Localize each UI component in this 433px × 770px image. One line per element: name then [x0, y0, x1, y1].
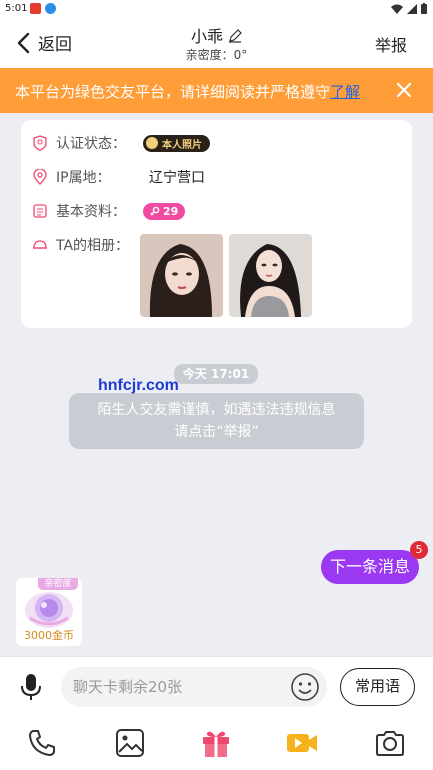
status-time: 5:01: [5, 3, 28, 14]
notice-message: 本平台为绿色交友平台，请详细阅读并严格遵守: [15, 83, 331, 101]
system-message: 陌生人交友需谨慎，如遇违法违规信息 请点击“举报”: [69, 393, 364, 449]
system-message-line-1: 陌生人交友需谨慎，如遇违法违规信息: [97, 402, 336, 418]
album-photo-2[interactable]: [229, 234, 312, 317]
age-badge: 29: [143, 202, 186, 220]
ip-row: IP属地： 辽宁营口: [32, 167, 205, 187]
intimacy-level: 亲密度：0°: [185, 48, 248, 62]
album-icon: [33, 240, 47, 249]
age-value: 29: [163, 204, 179, 218]
intimacy-tag: 亲密度: [38, 578, 78, 590]
intimacy-gift-widget[interactable]: 亲密度 3000金币: [16, 578, 82, 646]
signal-icon: [407, 3, 417, 14]
chat-title[interactable]: 小乖: [0, 23, 433, 47]
edit-icon: [229, 29, 242, 43]
notice-banner: 本平台为绿色交友平台，请详细阅读并严格遵守了解: [0, 68, 433, 113]
album-label: TA的相册：: [56, 238, 130, 254]
ip-label: IP属地：: [56, 170, 111, 186]
watermark: hnfcjr.com: [98, 377, 179, 394]
message-input[interactable]: [61, 667, 327, 707]
image-icon[interactable]: [114, 727, 146, 759]
verify-row: 认证状态： 本人照片: [32, 133, 210, 153]
action-toolbar: [0, 718, 433, 770]
ip-value: 辽宁营口: [149, 170, 205, 186]
phone-icon[interactable]: [26, 727, 58, 759]
album-row: TA的相册：: [32, 235, 143, 255]
camera-icon[interactable]: [374, 727, 406, 759]
coin-amount: 3000金币: [24, 629, 74, 642]
female-icon: [150, 206, 160, 216]
verify-badge: 本人照片: [143, 134, 210, 152]
status-icons: [391, 3, 427, 14]
gift-icon[interactable]: [200, 727, 232, 759]
status-bar: 5:01: [0, 0, 433, 18]
wifi-icon: [391, 4, 403, 14]
video-icon[interactable]: [286, 727, 318, 759]
info-label: 基本资料：: [56, 204, 126, 220]
info-row: 基本资料： 29: [32, 201, 186, 221]
battery-icon: [421, 3, 427, 14]
notice-learn-more-link[interactable]: 了解: [330, 83, 360, 101]
unread-count-badge: 5: [410, 541, 428, 559]
contact-name: 小乖: [190, 27, 223, 46]
nav-bar: 返回 小乖 亲密度：0° 举报: [0, 18, 433, 68]
system-message-line-2: 请点击“举报”: [174, 424, 259, 440]
emoji-icon[interactable]: [290, 672, 320, 702]
input-bar: 常用语: [0, 656, 433, 718]
common-phrases-button[interactable]: 常用语: [340, 668, 415, 706]
report-button[interactable]: 举报: [375, 32, 407, 56]
download-notification-icon: [45, 3, 56, 14]
shield-icon: [33, 135, 47, 151]
mic-icon[interactable]: [20, 673, 42, 701]
verify-label: 认证状态：: [56, 136, 126, 152]
message-timestamp: 今天 17:01: [174, 364, 258, 384]
close-icon[interactable]: [393, 79, 415, 101]
notice-text: 本平台为绿色交友平台，请详细阅读并严格遵守了解: [15, 81, 360, 102]
profile-card: 认证状态： 本人照片 IP属地： 辽宁营口 基本资料： 29 TA的相册：: [21, 120, 412, 328]
next-message-button[interactable]: 下一条消息: [321, 550, 419, 584]
verify-badge-text: 本人照片: [162, 139, 202, 151]
album-photo-1[interactable]: [140, 234, 223, 317]
app-notification-icon: [30, 3, 41, 14]
profile-icon: [33, 204, 47, 218]
location-icon: [33, 169, 47, 185]
verify-badge-icon: [146, 137, 158, 149]
